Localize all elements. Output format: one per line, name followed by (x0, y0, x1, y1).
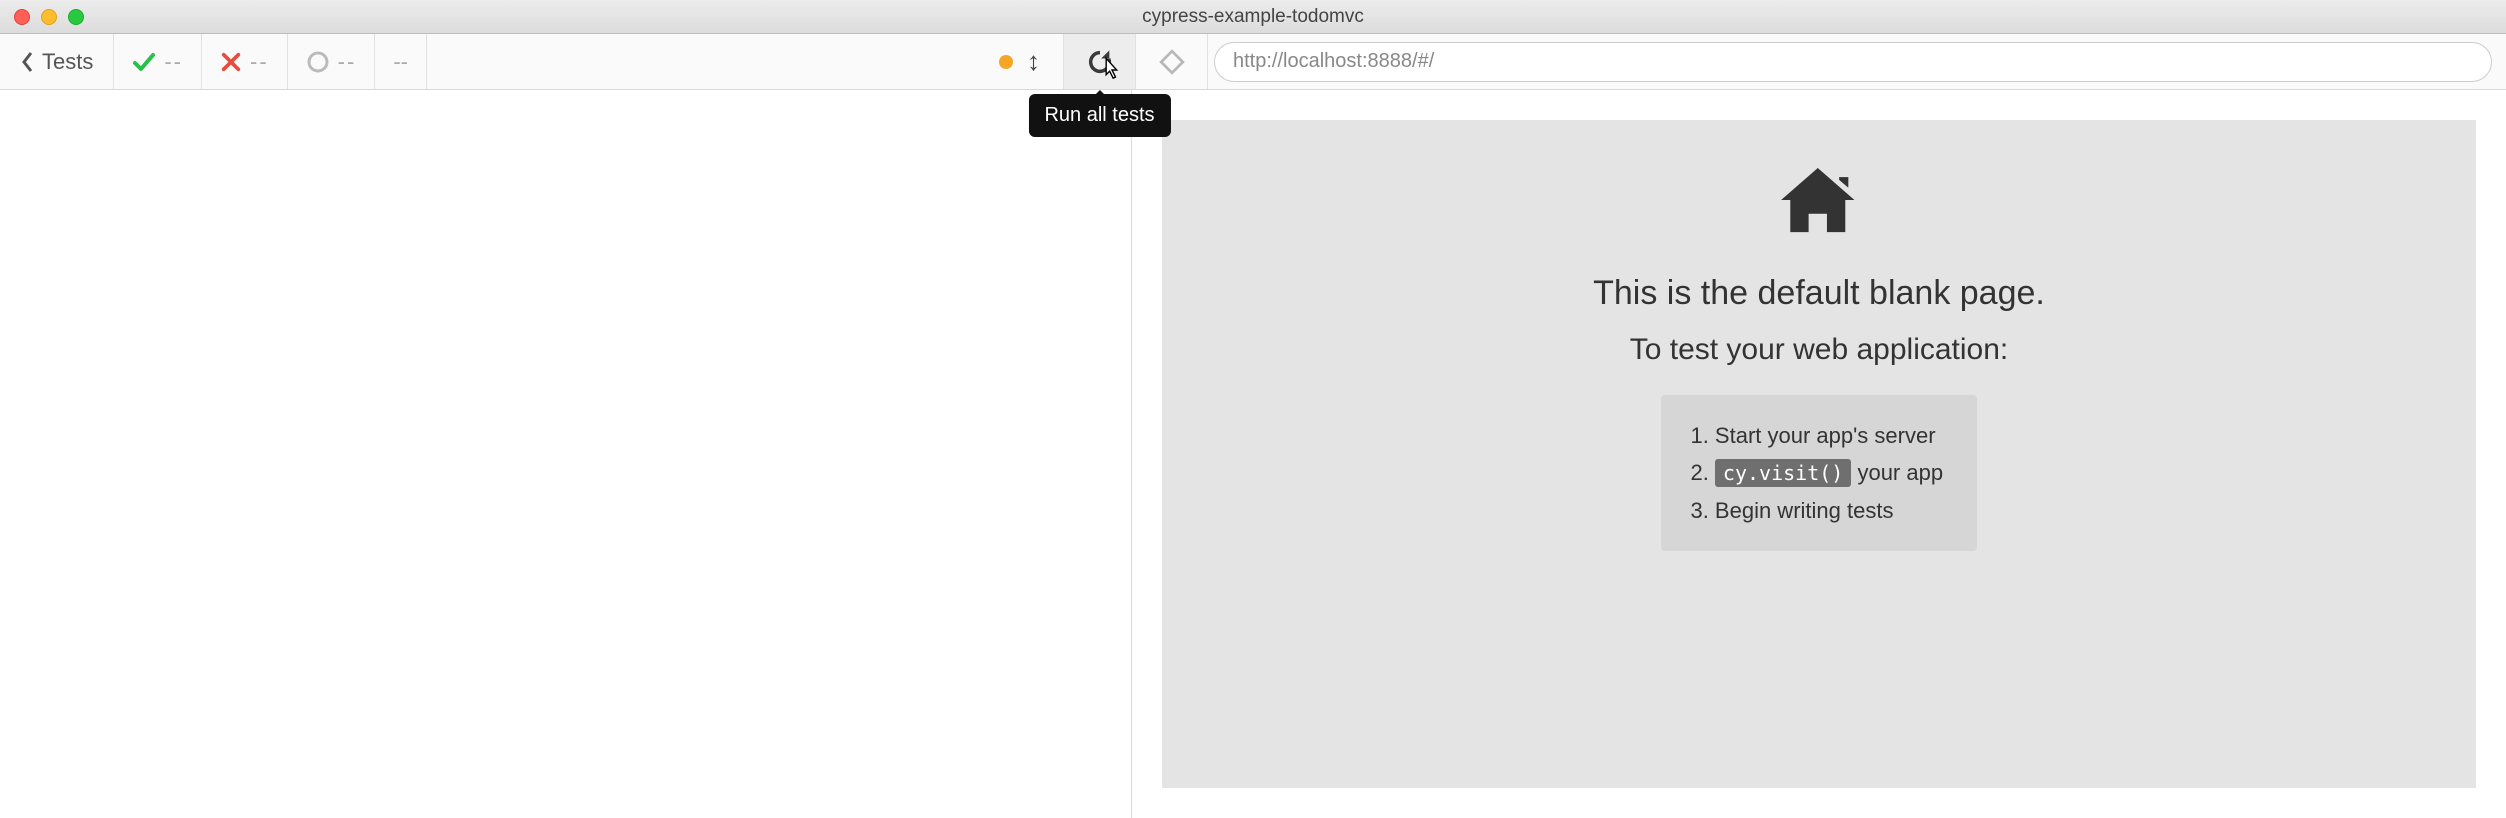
zoom-window-button[interactable] (68, 9, 84, 25)
blank-subheading: To test your web application: (1630, 333, 2009, 367)
failed-count: -- (202, 34, 288, 89)
blank-page: This is the default blank page. To test … (1162, 120, 2476, 788)
run-all-tooltip: Run all tests (1028, 94, 1170, 137)
window-titlebar: cypress-example-todomvc (0, 0, 2506, 34)
blank-heading: This is the default blank page. (1593, 274, 2045, 313)
crosshair-icon (1159, 49, 1185, 75)
home-icon (1775, 160, 1863, 248)
step-3: Begin writing tests (1715, 492, 1943, 529)
duration-value: -- (393, 49, 408, 75)
step-2-code: cy.visit() (1715, 459, 1851, 487)
back-label: Tests (42, 49, 93, 75)
status-dot-icon (999, 55, 1013, 69)
passed-value: -- (164, 49, 183, 75)
failed-value: -- (250, 49, 269, 75)
step-2: cy.visit() your app (1715, 454, 1943, 491)
runner-toolbar: Tests -- -- -- -- ↕ Run all tests http:/… (0, 34, 2506, 90)
minimize-window-button[interactable] (41, 9, 57, 25)
runner-body: This is the default blank page. To test … (0, 90, 2506, 818)
window-title: cypress-example-todomvc (1142, 6, 1364, 28)
run-all-tests-button[interactable]: Run all tests (1064, 34, 1136, 89)
chevron-left-icon (20, 50, 36, 74)
toolbar-spacer: ↕ (427, 34, 1064, 89)
x-icon (220, 51, 242, 73)
step-1: Start your app's server (1715, 417, 1943, 454)
viewport-resize-icon[interactable]: ↕ (1027, 46, 1045, 77)
pointer-cursor-icon (1098, 56, 1126, 84)
url-container: http://localhost:8888/#/ (1208, 34, 2506, 89)
selector-playground-button[interactable] (1136, 34, 1208, 89)
step-2-suffix: your app (1851, 460, 1943, 485)
traffic-lights (14, 9, 84, 25)
passed-count: -- (114, 34, 202, 89)
close-window-button[interactable] (14, 9, 30, 25)
aut-panel: This is the default blank page. To test … (1132, 90, 2506, 818)
check-icon (132, 50, 156, 74)
pending-count: -- (288, 34, 376, 89)
back-to-tests-button[interactable]: Tests (0, 34, 114, 89)
duration: -- (375, 34, 427, 89)
pending-value: -- (338, 49, 357, 75)
url-text: http://localhost:8888/#/ (1233, 50, 1434, 73)
command-log-panel (0, 90, 1132, 818)
url-input[interactable]: http://localhost:8888/#/ (1214, 42, 2492, 82)
circle-icon (306, 50, 330, 74)
steps-box: Start your app's server cy.visit() your … (1661, 395, 1977, 551)
